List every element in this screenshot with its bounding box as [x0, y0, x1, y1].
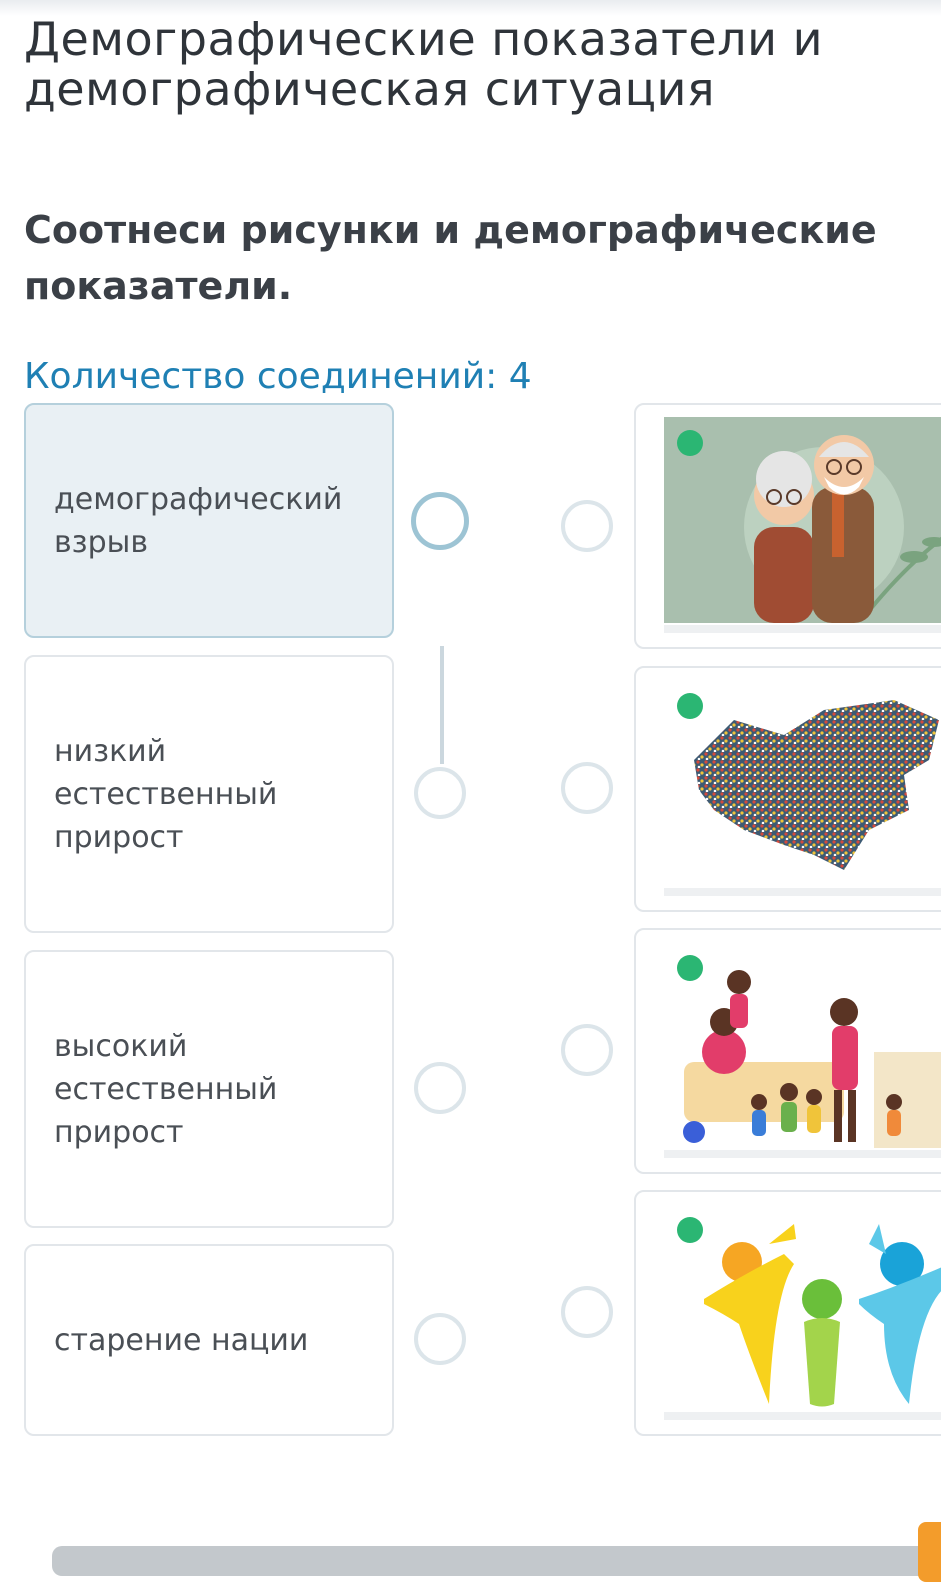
- connections-counter: Количество соединений: 4: [24, 356, 532, 397]
- image-caption-bar: [664, 1150, 941, 1158]
- right-connector-dot-2[interactable]: [561, 762, 613, 814]
- left-connector-dot-1[interactable]: [411, 492, 469, 550]
- left-connector-dot-3[interactable]: [414, 1062, 466, 1114]
- left-item-label: низкий естественный прирост: [54, 733, 278, 855]
- question-text: Соотнеси рисунки и демографические показ…: [24, 208, 877, 308]
- left-item-label: старение нации: [54, 1322, 309, 1358]
- right-item-1[interactable]: [634, 403, 941, 649]
- left-item-1[interactable]: демографический взрыв: [24, 403, 394, 638]
- right-item-4[interactable]: [634, 1190, 941, 1436]
- next-button[interactable]: [918, 1522, 941, 1582]
- image-caption-bar: [664, 625, 941, 633]
- left-item-4[interactable]: старение нации: [24, 1244, 394, 1436]
- page-title: Демографические показатели и демографиче…: [24, 12, 823, 116]
- right-item-2[interactable]: [634, 666, 941, 912]
- colorful-people-figures-illustration: [664, 1204, 941, 1410]
- left-connector-dot-4[interactable]: [414, 1313, 466, 1365]
- large-family-illustration: [664, 942, 941, 1148]
- left-item-label: высокий естественный прирост: [54, 1028, 278, 1150]
- crowd-map-illustration: [664, 680, 941, 886]
- right-connector-dot-1[interactable]: [561, 500, 613, 552]
- right-connector-dot-3[interactable]: [561, 1024, 613, 1076]
- left-item-2[interactable]: низкий естественный прирост: [24, 655, 394, 933]
- left-item-label: демографический взрыв: [54, 481, 343, 560]
- bottom-scroll-bar[interactable]: [52, 1546, 941, 1576]
- left-connector-dot-2[interactable]: [414, 767, 466, 819]
- connection-line: [440, 646, 444, 764]
- image-caption-bar: [664, 1412, 941, 1420]
- image-caption-bar: [664, 888, 941, 896]
- left-item-3[interactable]: высокий естественный прирост: [24, 950, 394, 1228]
- right-connector-dot-4[interactable]: [561, 1286, 613, 1338]
- right-item-3[interactable]: [634, 928, 941, 1174]
- elderly-couple-illustration: [664, 417, 941, 623]
